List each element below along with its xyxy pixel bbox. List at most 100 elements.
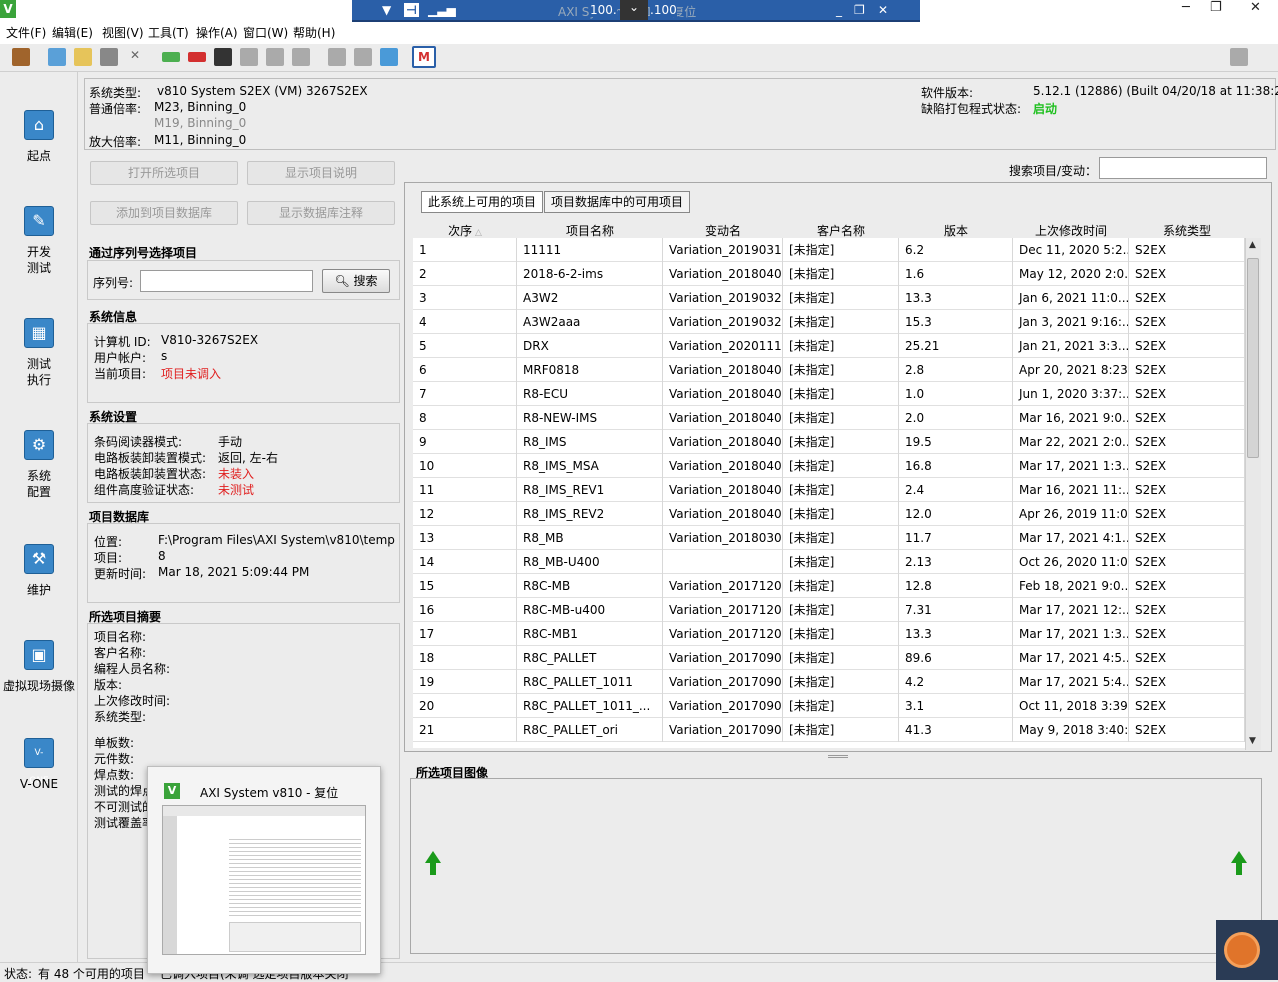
nav-maintain[interactable]: ⚒ 维护 — [0, 544, 78, 598]
minimize-icon[interactable]: ─ — [1182, 0, 1190, 15]
folder-open-icon[interactable] — [74, 48, 92, 66]
nav-vone[interactable]: V-ONE V-ONE — [0, 738, 78, 792]
cell-last-modified: Apr 20, 2021 8:23... — [1013, 358, 1129, 382]
board-icon[interactable] — [214, 48, 232, 66]
restore-icon[interactable]: ❐ — [854, 3, 865, 17]
tab-system-projects[interactable]: 此系统上可用的项目 — [421, 191, 544, 213]
show-db-note-button[interactable]: 显示数据库注释 — [247, 201, 395, 225]
current-project-value: 项目未调入 — [161, 367, 222, 381]
cell-system-type: S2EX — [1129, 718, 1245, 742]
cell-order: 12 — [413, 502, 517, 526]
table-row[interactable]: 2 2018-6-2-ims Variation_2018040... [未指定] 1.… — [413, 262, 1245, 286]
cell-customer: [未指定] — [783, 694, 899, 718]
cell-last-modified: Mar 17, 2021 4:5... — [1013, 646, 1129, 670]
splitter-handle[interactable] — [828, 755, 848, 758]
menu-edit[interactable]: 编辑(E) — [52, 24, 93, 41]
save-icon[interactable] — [100, 48, 118, 66]
menu-window[interactable]: 窗口(W) — [243, 24, 288, 41]
col-header-project-name[interactable]: 项目名称 — [517, 222, 663, 239]
table-row[interactable]: 17 R8C-MB1 Variation_2017120... [未指定] 13.3 Ma… — [413, 622, 1245, 646]
table-row[interactable]: 7 R8-ECU Variation_2018040... [未指定] 1.0 Jun 1… — [413, 382, 1245, 406]
show-project-desc-button[interactable]: 显示项目说明 — [247, 161, 395, 185]
pin-icon[interactable]: ⊣ — [404, 3, 419, 17]
table-row[interactable]: 8 R8-NEW-IMS Variation_2018040... [未指定] 2.0 M… — [413, 406, 1245, 430]
summary-field: 不可测试的 — [94, 800, 155, 814]
scrollbar-thumb[interactable] — [1247, 258, 1259, 458]
col-header-order[interactable]: 次序 △ — [413, 222, 517, 239]
table-row[interactable]: 14 R8_MB-U400 [未指定] 2.13 Oct 26, 2020 11:0..… — [413, 550, 1245, 574]
menu-view[interactable]: 视图(V) — [102, 24, 144, 41]
cell-version: 15.3 — [899, 310, 1013, 334]
add-to-db-button[interactable]: 添加到项目数据库 — [90, 201, 238, 225]
nav-home[interactable]: ⌂ 起点 — [0, 110, 78, 164]
table-row[interactable]: 19 R8C_PALLET_1011 Variation_2017090... [未指… — [413, 670, 1245, 694]
taskbar-preview[interactable]: V AXI System v810 - 复位 — [147, 766, 381, 974]
scroll-down-icon[interactable]: ▼ — [1249, 736, 1256, 746]
menu-file[interactable]: 文件(F) — [6, 24, 46, 41]
system-info-header: 系统类型: v810 System S2EX (VM) 3267S2EX 普通倍… — [84, 78, 1278, 150]
nav-config[interactable]: ⚙ 系统 配置 — [0, 430, 78, 500]
close-project-icon[interactable]: ✕ — [126, 48, 144, 66]
col-header-customer[interactable]: 客户名称 — [783, 222, 899, 239]
nav-camera[interactable]: ▣ 虚拟现场摄像 — [0, 640, 78, 694]
close-icon[interactable]: ✕ — [1250, 0, 1261, 15]
m-mode-icon[interactable]: M — [412, 46, 436, 68]
table-row[interactable]: 6 MRF0818 Variation_2018040... [未指定] 2.8 Apr … — [413, 358, 1245, 382]
nav-run[interactable]: ▦ 测试 执行 — [0, 318, 78, 388]
col-header-last-modified[interactable]: 上次修改时间 — [1013, 222, 1129, 239]
minimize-icon[interactable]: _ — [836, 3, 842, 17]
chevron-down-icon[interactable]: ▼ — [382, 3, 391, 17]
nav-develop[interactable]: ✎ 开发 测试 — [0, 206, 78, 276]
table-row[interactable]: 10 R8_IMS_MSA Variation_2018040... [未指定] 16.… — [413, 454, 1245, 478]
tool-disabled-icon[interactable] — [292, 48, 310, 66]
tool-disabled-icon[interactable] — [266, 48, 284, 66]
arrow-up-right-icon[interactable] — [1231, 851, 1247, 863]
gear-icon[interactable] — [354, 48, 372, 66]
serial-input[interactable] — [140, 270, 313, 292]
table-row[interactable]: 1 11111 Variation_2019031... [未指定] 6.2 Dec 11… — [413, 238, 1245, 262]
table-row[interactable]: 21 R8C_PALLET_ori Variation_2017090... [未指定… — [413, 718, 1245, 742]
green-light-icon[interactable] — [162, 52, 180, 62]
arrow-up-left-icon[interactable] — [425, 851, 441, 863]
table-row[interactable]: 5 DRX Variation_2020111... [未指定] 25.21 Jan 21… — [413, 334, 1245, 358]
table-row[interactable]: 15 R8C-MB Variation_2017120... [未指定] 12.8 Feb… — [413, 574, 1245, 598]
open-project-button[interactable]: 打开所选项目 — [90, 161, 238, 185]
table-row[interactable]: 20 R8C_PALLET_1011_... Variation_2017090..… — [413, 694, 1245, 718]
tab-db-projects[interactable]: 项目数据库中的可用项目 — [544, 191, 691, 213]
panel-icon[interactable] — [1230, 48, 1248, 66]
menu-help[interactable]: 帮助(H) — [293, 24, 335, 41]
table-row[interactable]: 11 R8_IMS_REV1 Variation_2018040... [未指定] 2.… — [413, 478, 1245, 502]
book-icon[interactable] — [12, 48, 30, 66]
menu-operate[interactable]: 操作(A) — [196, 24, 238, 41]
cell-system-type: S2EX — [1129, 478, 1245, 502]
cell-customer: [未指定] — [783, 238, 899, 262]
scroll-up-icon[interactable]: ▲ — [1249, 240, 1256, 250]
search-project-input[interactable] — [1099, 157, 1267, 179]
tool-disabled-icon[interactable] — [240, 48, 258, 66]
table-row[interactable]: 12 R8_IMS_REV2 Variation_2018040... [未指定] 12… — [413, 502, 1245, 526]
table-row[interactable]: 3 A3W2 Variation_2019032... [未指定] 13.3 Jan 6,… — [413, 286, 1245, 310]
table-row[interactable]: 16 R8C-MB-u400 Variation_2017120... [未指定] 7.… — [413, 598, 1245, 622]
table-row[interactable]: 13 R8_MB Variation_2018030... [未指定] 11.7 Mar … — [413, 526, 1245, 550]
wrench-icon: ⚒ — [24, 544, 54, 574]
table-row[interactable]: 4 A3W2aaa Variation_2019032... [未指定] 15.3 Jan… — [413, 310, 1245, 334]
col-header-system-type[interactable]: 系统类型 — [1129, 222, 1245, 239]
menu-tools[interactable]: 工具(T) — [148, 24, 189, 41]
col-header-variation[interactable]: 变动名 — [663, 222, 783, 239]
document-icon[interactable] — [328, 48, 346, 66]
restore-icon[interactable]: ❐ — [1210, 0, 1222, 15]
summary-field: 元件数: — [94, 752, 135, 766]
chevron-down-icon[interactable]: ⌄ — [620, 0, 648, 20]
col-header-version[interactable]: 版本 — [899, 222, 1013, 239]
red-light-icon[interactable] — [188, 52, 206, 62]
search-button[interactable]: 🔍︎ 搜索 — [322, 269, 390, 293]
cell-last-modified: Mar 16, 2021 11:... — [1013, 478, 1129, 502]
table-row[interactable]: 9 R8_IMS Variation_2018040... [未指定] 19.5 Mar … — [413, 430, 1245, 454]
cell-order: 18 — [413, 646, 517, 670]
tray-app-icon[interactable] — [1216, 920, 1278, 980]
refresh-icon[interactable] — [380, 48, 398, 66]
cell-variation: Variation_2017120... — [663, 598, 783, 622]
download-icon[interactable] — [48, 48, 66, 66]
close-icon[interactable]: ✕ — [878, 3, 888, 17]
table-row[interactable]: 18 R8C_PALLET Variation_2017090... [未指定] 89.… — [413, 646, 1245, 670]
